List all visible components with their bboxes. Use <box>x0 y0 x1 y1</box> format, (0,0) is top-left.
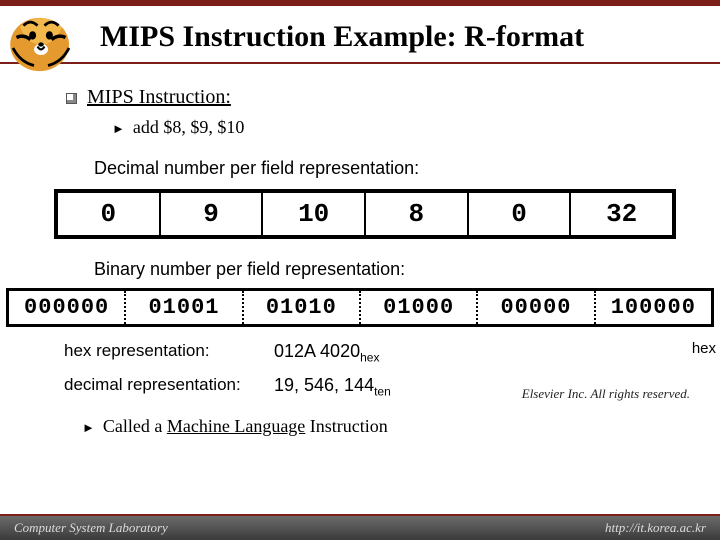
section-heading: MIPS Instruction: <box>66 86 700 109</box>
content-area: MIPS Instruction: ► add $8, $9, $10 Decim… <box>0 64 720 280</box>
instruction-line: ► add $8, $9, $10 <box>112 117 700 138</box>
hex-representation-row: hex representation: 012A 4020hex <box>64 341 720 365</box>
dec-value-text: 19, 546, 144 <box>274 375 374 395</box>
arrow-bullet-icon: ► <box>112 121 125 137</box>
tiger-logo <box>0 6 82 76</box>
hex-repr-label: hex representation: <box>64 341 274 365</box>
bin-cell: 01000 <box>361 291 478 324</box>
arrow-bullet-icon: ► <box>82 420 95 436</box>
bin-cell: 01001 <box>126 291 243 324</box>
footer-left: Computer System Laboratory <box>14 520 168 536</box>
decimal-field-table: 0 9 10 8 0 32 <box>54 189 676 239</box>
title-bar: MIPS Instruction Example: R-format <box>0 0 720 64</box>
square-bullet-icon <box>66 93 77 104</box>
bin-cell: 01010 <box>244 291 361 324</box>
hex-trail-label: hex <box>692 340 716 357</box>
bin-cell: 00000 <box>478 291 595 324</box>
dec-repr-label: decimal representation: <box>64 375 274 399</box>
hex-repr-value: 012A 4020hex <box>274 341 379 365</box>
machine-instruction-text: Called a Machine Language Instruction <box>103 416 388 436</box>
binary-label: Binary number per field representation: <box>94 259 700 280</box>
dec-subscript: ten <box>374 384 391 398</box>
field-cell: 9 <box>161 193 264 235</box>
page-title: MIPS Instruction Example: R-format <box>100 20 584 54</box>
field-cell: 8 <box>366 193 469 235</box>
footer-right: http://it.korea.ac.kr <box>605 520 706 536</box>
field-cell: 0 <box>58 193 161 235</box>
footer-bar: Computer System Laboratory http://it.kor… <box>0 514 720 540</box>
field-cell: 0 <box>469 193 572 235</box>
instruction-text: add $8, $9, $10 <box>133 117 245 137</box>
section-text: MIPS Instruction: <box>87 86 231 108</box>
dec-repr-value: 19, 546, 144ten <box>274 375 391 399</box>
hex-value-text: 012A 4020 <box>274 341 360 361</box>
machine-instruction-line: ► Called a Machine Language Instruction <box>82 416 720 437</box>
bin-cell: 000000 <box>9 291 126 324</box>
copyright-text: Elsevier Inc. All rights reserved. <box>522 386 690 402</box>
bin-cell: 100000 <box>596 291 711 324</box>
field-cell: 10 <box>263 193 366 235</box>
binary-field-table: 000000 01001 01010 01000 00000 100000 <box>6 288 714 327</box>
decimal-label: Decimal number per field representation: <box>94 158 700 179</box>
hex-subscript: hex <box>360 351 379 365</box>
field-cell: 32 <box>571 193 672 235</box>
